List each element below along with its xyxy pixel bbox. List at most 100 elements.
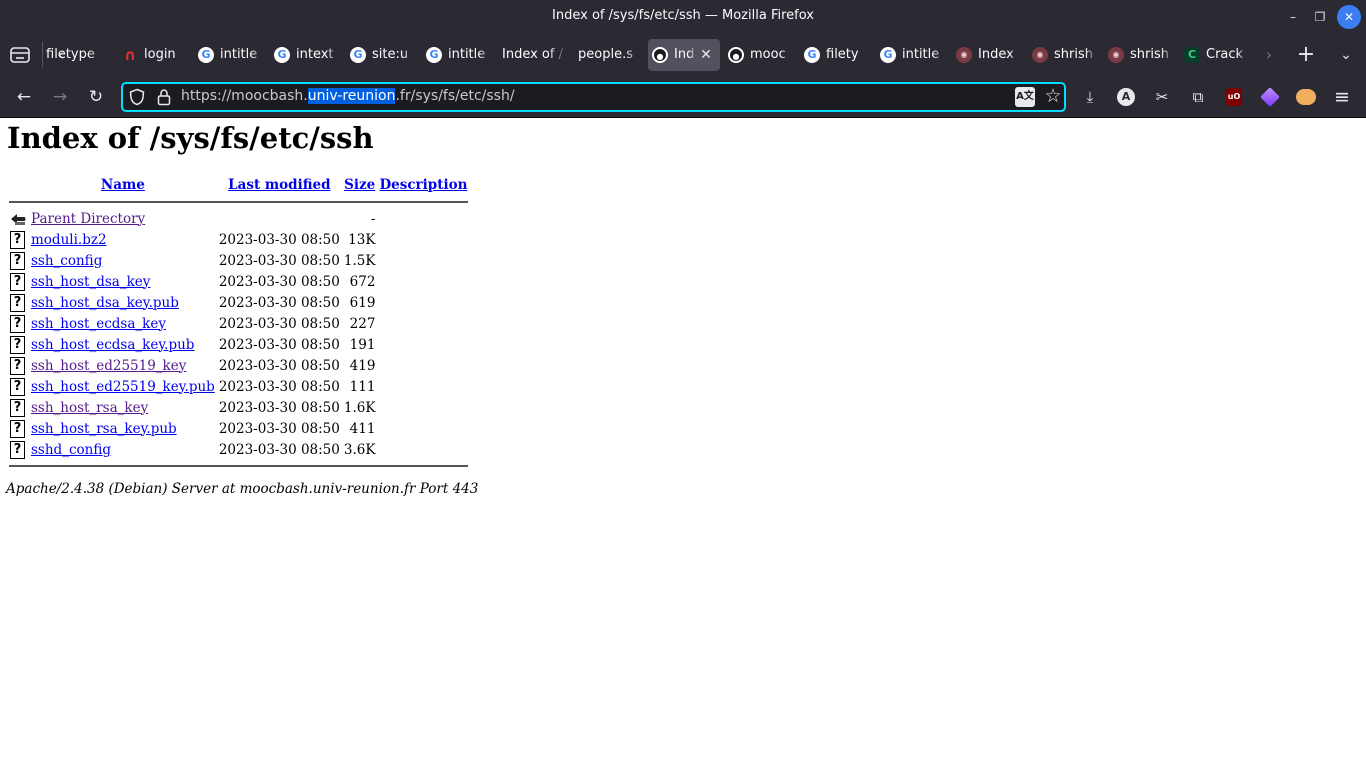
avatar-icon: ◉ [1032, 47, 1048, 63]
url-bar[interactable]: https://moocbash.univ-reunion.fr/sys/fs/… [121, 82, 1066, 112]
downloads-icon[interactable]: ⤓ [1078, 85, 1102, 109]
file-link[interactable]: ssh_host_dsa_key [31, 274, 150, 290]
file-link[interactable]: moduli.bz2 [31, 232, 107, 248]
file-description [378, 356, 468, 375]
minimize-button[interactable]: – [1281, 5, 1305, 29]
lock-icon[interactable] [156, 88, 172, 106]
tab-13[interactable]: ◉ Index [952, 39, 1022, 71]
extension-diamond-icon[interactable] [1260, 87, 1280, 107]
file-modified: 2023-03-30 08:50 [218, 399, 340, 416]
extensions-icon[interactable]: ⧉ [1186, 85, 1210, 109]
back-button[interactable]: ← [12, 85, 36, 109]
tab-5[interactable]: Gsite:u [346, 39, 416, 71]
tab-10[interactable]: ● mooc [724, 39, 794, 71]
unknown-file-icon: ? [10, 335, 25, 354]
parent-directory-link[interactable]: Parent Directory [31, 211, 145, 227]
hamburger-menu-icon[interactable]: ≡ [1330, 85, 1354, 109]
tab-7[interactable]: Index of / [498, 39, 568, 71]
tab-14[interactable]: ◉ shrish [1028, 39, 1098, 71]
screenshot-icon[interactable]: ✂ [1150, 85, 1174, 109]
file-link[interactable]: ssh_host_ecdsa_key.pub [31, 337, 194, 353]
firefox-view-button[interactable] [8, 43, 32, 67]
table-row: ? ssh_host_ecdsa_key.pub 2023-03-30 08:50 1… [9, 335, 468, 354]
google-icon: G [274, 47, 290, 63]
ublock-origin-icon[interactable]: uO [1226, 88, 1242, 106]
extension-mask-icon[interactable] [1296, 89, 1316, 105]
tab-label: Crack [1206, 47, 1244, 62]
file-size: 191 [349, 336, 376, 353]
tab-6[interactable]: Gintitle [422, 39, 492, 71]
avatar-icon: ◉ [1108, 47, 1124, 63]
table-header-row: Name Last modified Size Description [9, 175, 468, 195]
scroll-tabs-right-button[interactable]: › [1258, 43, 1280, 67]
tracking-protection-shield-icon[interactable] [128, 88, 146, 106]
tab-label: mooc [750, 47, 786, 62]
url-text[interactable]: https://moocbash.univ-reunion.fr/sys/fs/… [181, 88, 515, 104]
sort-by-description-link[interactable]: Description [379, 177, 467, 193]
crack-icon: C [1184, 47, 1200, 63]
file-modified: 2023-03-30 08:50 [218, 315, 340, 332]
file-modified: 2023-03-30 08:50 [218, 252, 340, 269]
tab-2[interactable]: ∩ login [118, 39, 188, 71]
url-selected-text: univ-reunion [307, 88, 396, 104]
list-all-tabs-button[interactable]: ⌄ [1334, 43, 1358, 67]
table-row: ? moduli.bz2 2023-03-30 08:50 13K [9, 230, 468, 249]
tab-16[interactable]: C Crack [1180, 39, 1250, 71]
reload-button[interactable]: ↻ [84, 85, 108, 109]
maximize-button[interactable]: ❐ [1308, 5, 1332, 29]
tab-label: filety [826, 47, 859, 62]
avatar-icon: ◉ [956, 47, 972, 63]
firefox-view-icon [10, 47, 30, 63]
tab-9[interactable]: ● Ind ✕ [648, 39, 720, 71]
login-icon: ∩ [123, 46, 137, 64]
file-size: 3.6K [343, 441, 376, 458]
tab-label: shrish [1054, 47, 1093, 62]
file-link[interactable]: ssh_host_ed25519_key [31, 358, 186, 374]
back-arrow-icon [11, 214, 26, 225]
file-modified: 2023-03-30 08:50 [218, 231, 340, 248]
tab-label: site:u [372, 47, 409, 62]
file-link[interactable]: ssh_host_ecdsa_key [31, 316, 166, 332]
table-row: ? sshd_config 2023-03-30 08:50 3.6K [9, 440, 468, 459]
file-link[interactable]: ssh_host_rsa_key.pub [31, 421, 177, 437]
unknown-file-icon: ? [10, 419, 25, 438]
tab-11[interactable]: Gfilety [800, 39, 870, 71]
tab-15[interactable]: ◉ shrish [1104, 39, 1174, 71]
tab-1[interactable]: filetype [42, 39, 106, 71]
tab-label: people.s [578, 47, 633, 62]
sort-by-size-link[interactable]: Size [344, 177, 375, 193]
window-titlebar: Index of /sys/fs/etc/ssh — Mozilla Firef… [0, 0, 1366, 34]
table-row: ? ssh_host_ed25519_key.pub 2023-03-30 08:5… [9, 377, 468, 396]
tab-4[interactable]: Gintext [270, 39, 340, 71]
close-tab-button[interactable]: ✕ [698, 46, 714, 64]
translate-icon[interactable]: A文 [1015, 87, 1035, 107]
server-signature: Apache/2.4.38 (Debian) Server at moocbas… [6, 481, 479, 497]
account-icon[interactable]: A [1117, 88, 1135, 106]
unknown-file-icon: ? [10, 377, 25, 396]
new-tab-button[interactable]: + [1294, 42, 1318, 68]
close-window-button[interactable]: ✕ [1337, 5, 1361, 29]
tab-12[interactable]: Gintitle [876, 39, 946, 71]
forward-button[interactable]: → [48, 85, 72, 109]
file-link[interactable]: ssh_host_dsa_key.pub [31, 295, 179, 311]
parent-size: - [370, 210, 376, 227]
url-prefix: https://moocbash. [181, 88, 308, 104]
google-icon: G [198, 47, 214, 63]
file-link[interactable]: ssh_host_ed25519_key.pub [31, 379, 215, 395]
file-link[interactable]: ssh_host_rsa_key [31, 400, 148, 416]
file-modified: 2023-03-30 08:50 [218, 441, 340, 458]
file-link[interactable]: ssh_config [31, 253, 102, 269]
tab-3[interactable]: Gintitle [194, 39, 264, 71]
penguin-icon: ● [652, 47, 668, 63]
file-description [378, 314, 468, 333]
sort-by-name-link[interactable]: Name [101, 177, 145, 193]
tab-8[interactable]: people.s [574, 39, 644, 71]
file-modified: 2023-03-30 08:50 [218, 273, 340, 290]
file-link[interactable]: sshd_config [31, 442, 111, 458]
tab-label: Ind [674, 47, 695, 62]
sort-by-modified-link[interactable]: Last modified [228, 177, 330, 193]
tab-label: intitle [220, 47, 258, 62]
unknown-file-icon: ? [10, 314, 25, 333]
file-size: 111 [349, 378, 376, 395]
bookmark-star-icon[interactable]: ☆ [1042, 85, 1064, 107]
